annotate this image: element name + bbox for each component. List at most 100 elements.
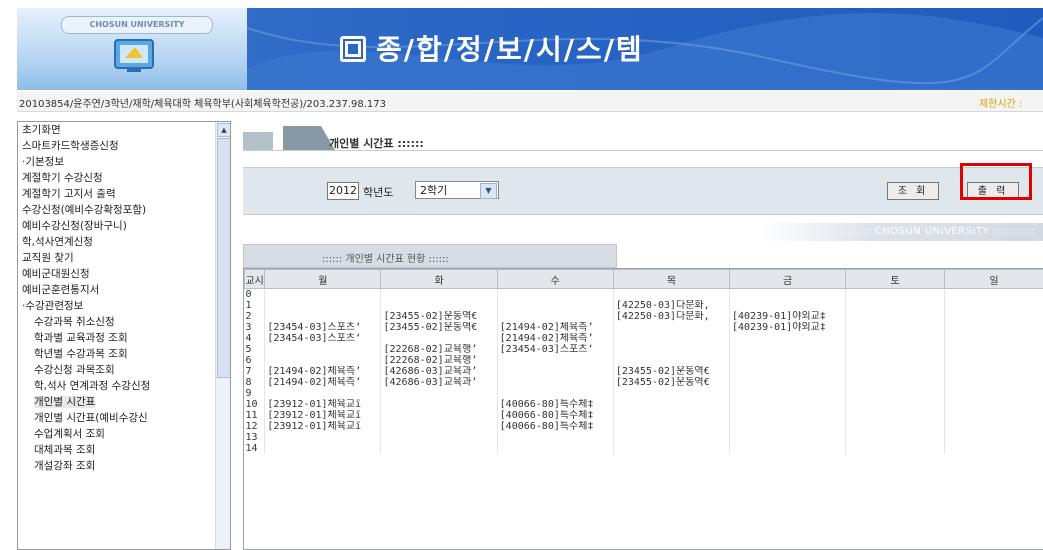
sidebar-item[interactable]: 스마트카드학생증신청 xyxy=(18,138,230,154)
sidebar-item-label: 개설강좌 조회 xyxy=(34,460,95,472)
timetable-cell xyxy=(945,333,1043,344)
year-label: 학년도 xyxy=(363,184,393,200)
timetable-cell[interactable]: [21494-02]체육측’ xyxy=(497,322,613,333)
timetable-cell[interactable]: [22268-02]교육행’ xyxy=(381,355,497,366)
sidebar-item[interactable]: 학년별 수강과목 조회 xyxy=(18,346,230,362)
sidebar-item[interactable]: 교직원 찾기 xyxy=(18,250,230,266)
sidebar-item[interactable]: 계절학기 고지서 출력 xyxy=(18,186,230,202)
user-info-bar: 20103854/윤주연/3학년/재학/체육대학 체육학부(사회체육학전공)/2… xyxy=(17,91,1043,112)
timetable-status-label: :::::: 개인별 시간표 현황 :::::: xyxy=(243,244,617,268)
timetable-cell[interactable]: [21494-02]체육측’ xyxy=(265,377,381,388)
sidebar-item[interactable]: 수강과목 취소신청 xyxy=(18,314,230,330)
timetable-cell[interactable]: [40239-01]야외교‡ xyxy=(730,322,846,333)
timetable-cell[interactable]: [23455-02]운동역€ xyxy=(381,322,497,333)
timetable-cell[interactable]: [23912-01]체육교ï xyxy=(265,399,381,410)
timetable-cell xyxy=(846,377,945,388)
sidebar-item[interactable]: ·수강관련정보 xyxy=(18,298,230,314)
timetable-cell xyxy=(846,443,945,454)
timetable-cell[interactable]: [23454-03]스포츠‘ xyxy=(265,322,381,333)
timetable-cell xyxy=(846,333,945,344)
timetable-cell[interactable]: [21494-02]체육측’ xyxy=(265,366,381,377)
sidebar-item[interactable]: 학,석사연계신청 xyxy=(18,234,230,250)
scrollbar-thumb[interactable] xyxy=(217,138,231,378)
table-row: 5[22268-02]교육행’[23454-03]스포츠‘ xyxy=(245,344,1043,355)
semester-select[interactable]: 2학기 ▼ xyxy=(415,181,499,199)
timetable-cell[interactable]: [23454-03]스포츠‘ xyxy=(265,333,381,344)
sidebar-item[interactable]: 개설강좌 조회 xyxy=(18,458,230,474)
sidebar-item[interactable]: 계절학기 수강신청 xyxy=(18,170,230,186)
sidebar-item[interactable]: 학과별 교육과정 조회 xyxy=(18,330,230,346)
scroll-up-icon[interactable]: ▲ xyxy=(217,123,231,137)
timetable-cell xyxy=(613,443,729,454)
timetable-header-row: 교시월화수목금토일 xyxy=(245,270,1043,289)
sidebar-item[interactable]: 대체과목 조회 xyxy=(18,442,230,458)
timetable-cell[interactable]: [22268-02]교육행’ xyxy=(381,344,497,355)
sidebar-list: 초기화면스마트카드학생증신청·기본정보계절학기 수강신청계절학기 고지서 출력수… xyxy=(18,122,230,474)
timetable-cell xyxy=(613,410,729,421)
timetable-header-cell: 금 xyxy=(730,270,846,289)
timetable-cell xyxy=(613,344,729,355)
timetable-cell[interactable]: [42250-03]다문화, xyxy=(613,300,729,311)
timetable-cell[interactable]: [42686-03]교육과’ xyxy=(381,366,497,377)
sidebar-item[interactable]: 예비수강신청(장바구니) xyxy=(18,218,230,234)
sidebar-item-label: 수업계획서 조회 xyxy=(34,428,105,440)
timetable-cell xyxy=(730,344,846,355)
timetable-cell[interactable]: [23455-02]운동역€ xyxy=(381,311,497,322)
chevron-down-icon[interactable]: ▼ xyxy=(480,183,497,199)
period-cell: 4 xyxy=(245,333,265,344)
timetable-cell xyxy=(945,366,1043,377)
table-row: 2[23455-02]운동역€[42250-03]다문화,[40239-01]야… xyxy=(245,311,1043,322)
sidebar-item[interactable]: 학,석사 연계과정 수강신청 xyxy=(18,378,230,394)
timetable-cell xyxy=(945,443,1043,454)
sidebar-item[interactable]: 수강신청(예비수강확정포함) xyxy=(18,202,230,218)
timetable-cell xyxy=(945,311,1043,322)
timetable-cell xyxy=(730,443,846,454)
sidebar-item[interactable]: 초기화면 xyxy=(18,122,230,138)
sidebar-item[interactable]: 수업계획서 조회 xyxy=(18,426,230,442)
sidebar-item[interactable]: 예비군대원신청 xyxy=(18,266,230,282)
timetable-cell[interactable]: [23912-01]체육교ï xyxy=(265,421,381,432)
timetable-cell[interactable]: [23455-02]운동역€ xyxy=(613,366,729,377)
timetable-cell xyxy=(846,366,945,377)
timetable-cell[interactable]: [23912-01]체육교ï xyxy=(265,410,381,421)
heading-tab-decoration xyxy=(283,126,321,150)
timetable-cell xyxy=(265,443,381,454)
sidebar-item[interactable]: 개인별 시간표 xyxy=(18,394,230,410)
timetable-cell xyxy=(730,421,846,432)
timetable-cell xyxy=(497,355,613,366)
timetable-cell xyxy=(613,388,729,399)
timetable-cell xyxy=(846,289,945,301)
timetable-cell[interactable]: [40066-80]특수체‡ xyxy=(497,399,613,410)
table-row: 11[23912-01]체육교ï [40066-80]특수체‡ xyxy=(245,410,1043,421)
period-cell: 11 xyxy=(245,410,265,421)
sidebar-item-label: 초기화면 xyxy=(22,124,61,136)
timetable-cell[interactable]: [40239-01]야외교‡ xyxy=(730,311,846,322)
sidebar-item[interactable]: 개인별 시간표(예비수강신 xyxy=(18,410,230,426)
sidebar-item[interactable]: 수강신청 과목조회 xyxy=(18,362,230,378)
year-input[interactable]: 2012 xyxy=(327,182,359,200)
sidebar-menu: 초기화면스마트카드학생증신청·기본정보계절학기 수강신청계절학기 고지서 출력수… xyxy=(17,121,231,550)
timetable-cell[interactable]: [42686-03]교육과’ xyxy=(381,377,497,388)
sidebar-item[interactable]: ·기본정보 xyxy=(18,154,230,170)
timetable-header-cell: 수 xyxy=(497,270,613,289)
timetable-cell[interactable]: [42250-03]다문화, xyxy=(613,311,729,322)
sidebar-scrollbar[interactable]: ▲ xyxy=(215,122,230,549)
timetable-cell[interactable]: [23454-03]스포츠‘ xyxy=(497,344,613,355)
sidebar-item[interactable]: 예비군훈련통지서 xyxy=(18,282,230,298)
period-cell: 13 xyxy=(245,432,265,443)
timetable-cell xyxy=(265,289,381,301)
page-title: 개인별 시간표 :::::: xyxy=(329,135,424,151)
session-time-label: 제한시간 : xyxy=(979,95,1022,110)
timetable-cell xyxy=(265,355,381,366)
query-button[interactable]: 조 회 xyxy=(887,182,939,200)
timetable-cell[interactable]: [40066-80]특수체‡ xyxy=(497,421,613,432)
timetable-cell xyxy=(497,443,613,454)
timetable-cell xyxy=(381,432,497,443)
timetable-cell[interactable]: [23455-02]운동역€ xyxy=(613,377,729,388)
timetable-cell[interactable]: [21494-02]체육측’ xyxy=(497,333,613,344)
sidebar-item-label: 개인별 시간표(예비수강신 xyxy=(34,412,148,424)
table-row: 13 xyxy=(245,432,1043,443)
timetable-cell xyxy=(613,322,729,333)
timetable-cell[interactable]: [40066-80]특수체‡ xyxy=(497,410,613,421)
sidebar-item-label: ·수강관련정보 xyxy=(22,300,83,312)
